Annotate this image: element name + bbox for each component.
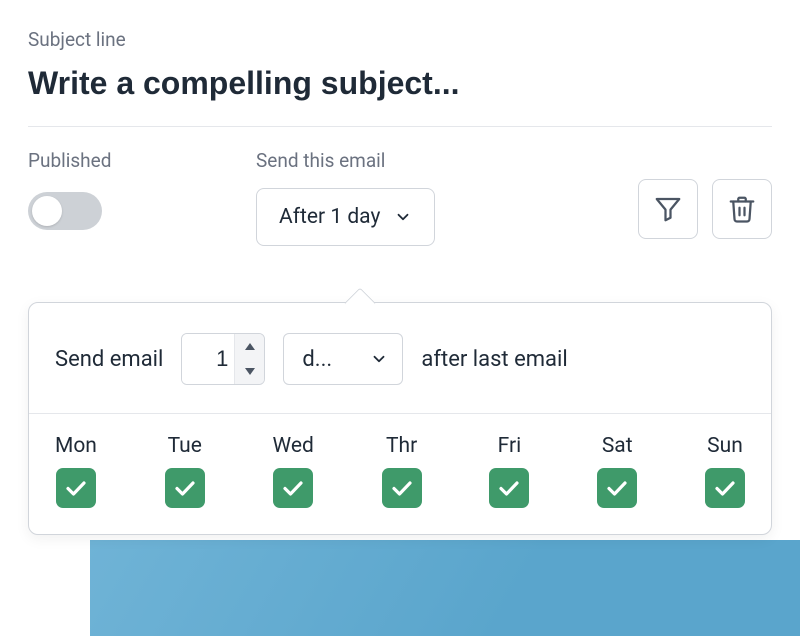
day-label: Tue [168, 434, 202, 458]
send-delay-dropdown[interactable]: After 1 day [256, 188, 435, 246]
day-item: Wed [273, 434, 314, 508]
day-item: Sun [705, 434, 745, 508]
day-label: Sat [602, 434, 633, 458]
delete-button[interactable] [712, 179, 772, 239]
send-label: Send this email [256, 149, 435, 172]
divider [28, 126, 772, 127]
stepper-up-button[interactable] [235, 334, 264, 359]
day-item: Mon [55, 434, 97, 508]
day-label: Mon [55, 434, 97, 458]
send-delay-popover: Send email d... after last em [28, 302, 772, 535]
subject-label: Subject line [28, 28, 772, 51]
delay-count-input[interactable] [182, 334, 234, 384]
stepper-down-button[interactable] [235, 359, 264, 384]
delay-unit-select[interactable]: d... [283, 333, 403, 385]
published-label: Published [28, 149, 228, 172]
delay-count-stepper[interactable] [181, 333, 265, 385]
day-item: Tue [165, 434, 205, 508]
day-checkbox[interactable] [597, 468, 637, 508]
day-checkbox[interactable] [56, 468, 96, 508]
day-checkbox[interactable] [489, 468, 529, 508]
day-label: Thr [386, 434, 417, 458]
send-email-suffix: after last email [421, 347, 567, 372]
day-label: Sun [707, 434, 743, 458]
day-label: Wed [273, 434, 314, 458]
day-item: Sat [597, 434, 637, 508]
subject-input[interactable] [28, 65, 772, 126]
day-checkbox[interactable] [705, 468, 745, 508]
day-item: Fri [489, 434, 529, 508]
filter-icon [653, 194, 683, 224]
day-checkbox[interactable] [273, 468, 313, 508]
delay-unit-text: d... [302, 347, 332, 372]
chevron-down-icon [370, 350, 388, 368]
background-image [90, 540, 800, 636]
day-checkbox[interactable] [382, 468, 422, 508]
trash-icon [727, 194, 757, 224]
toggle-knob [32, 196, 62, 226]
chevron-down-icon [394, 208, 412, 226]
filter-button[interactable] [638, 179, 698, 239]
days-row: Mon Tue Wed Thr Fri Sat Sun [29, 414, 771, 534]
send-delay-text: After 1 day [279, 205, 380, 229]
day-item: Thr [382, 434, 422, 508]
day-checkbox[interactable] [165, 468, 205, 508]
day-label: Fri [498, 434, 522, 458]
published-toggle[interactable] [28, 192, 102, 230]
send-email-prefix: Send email [55, 347, 163, 372]
